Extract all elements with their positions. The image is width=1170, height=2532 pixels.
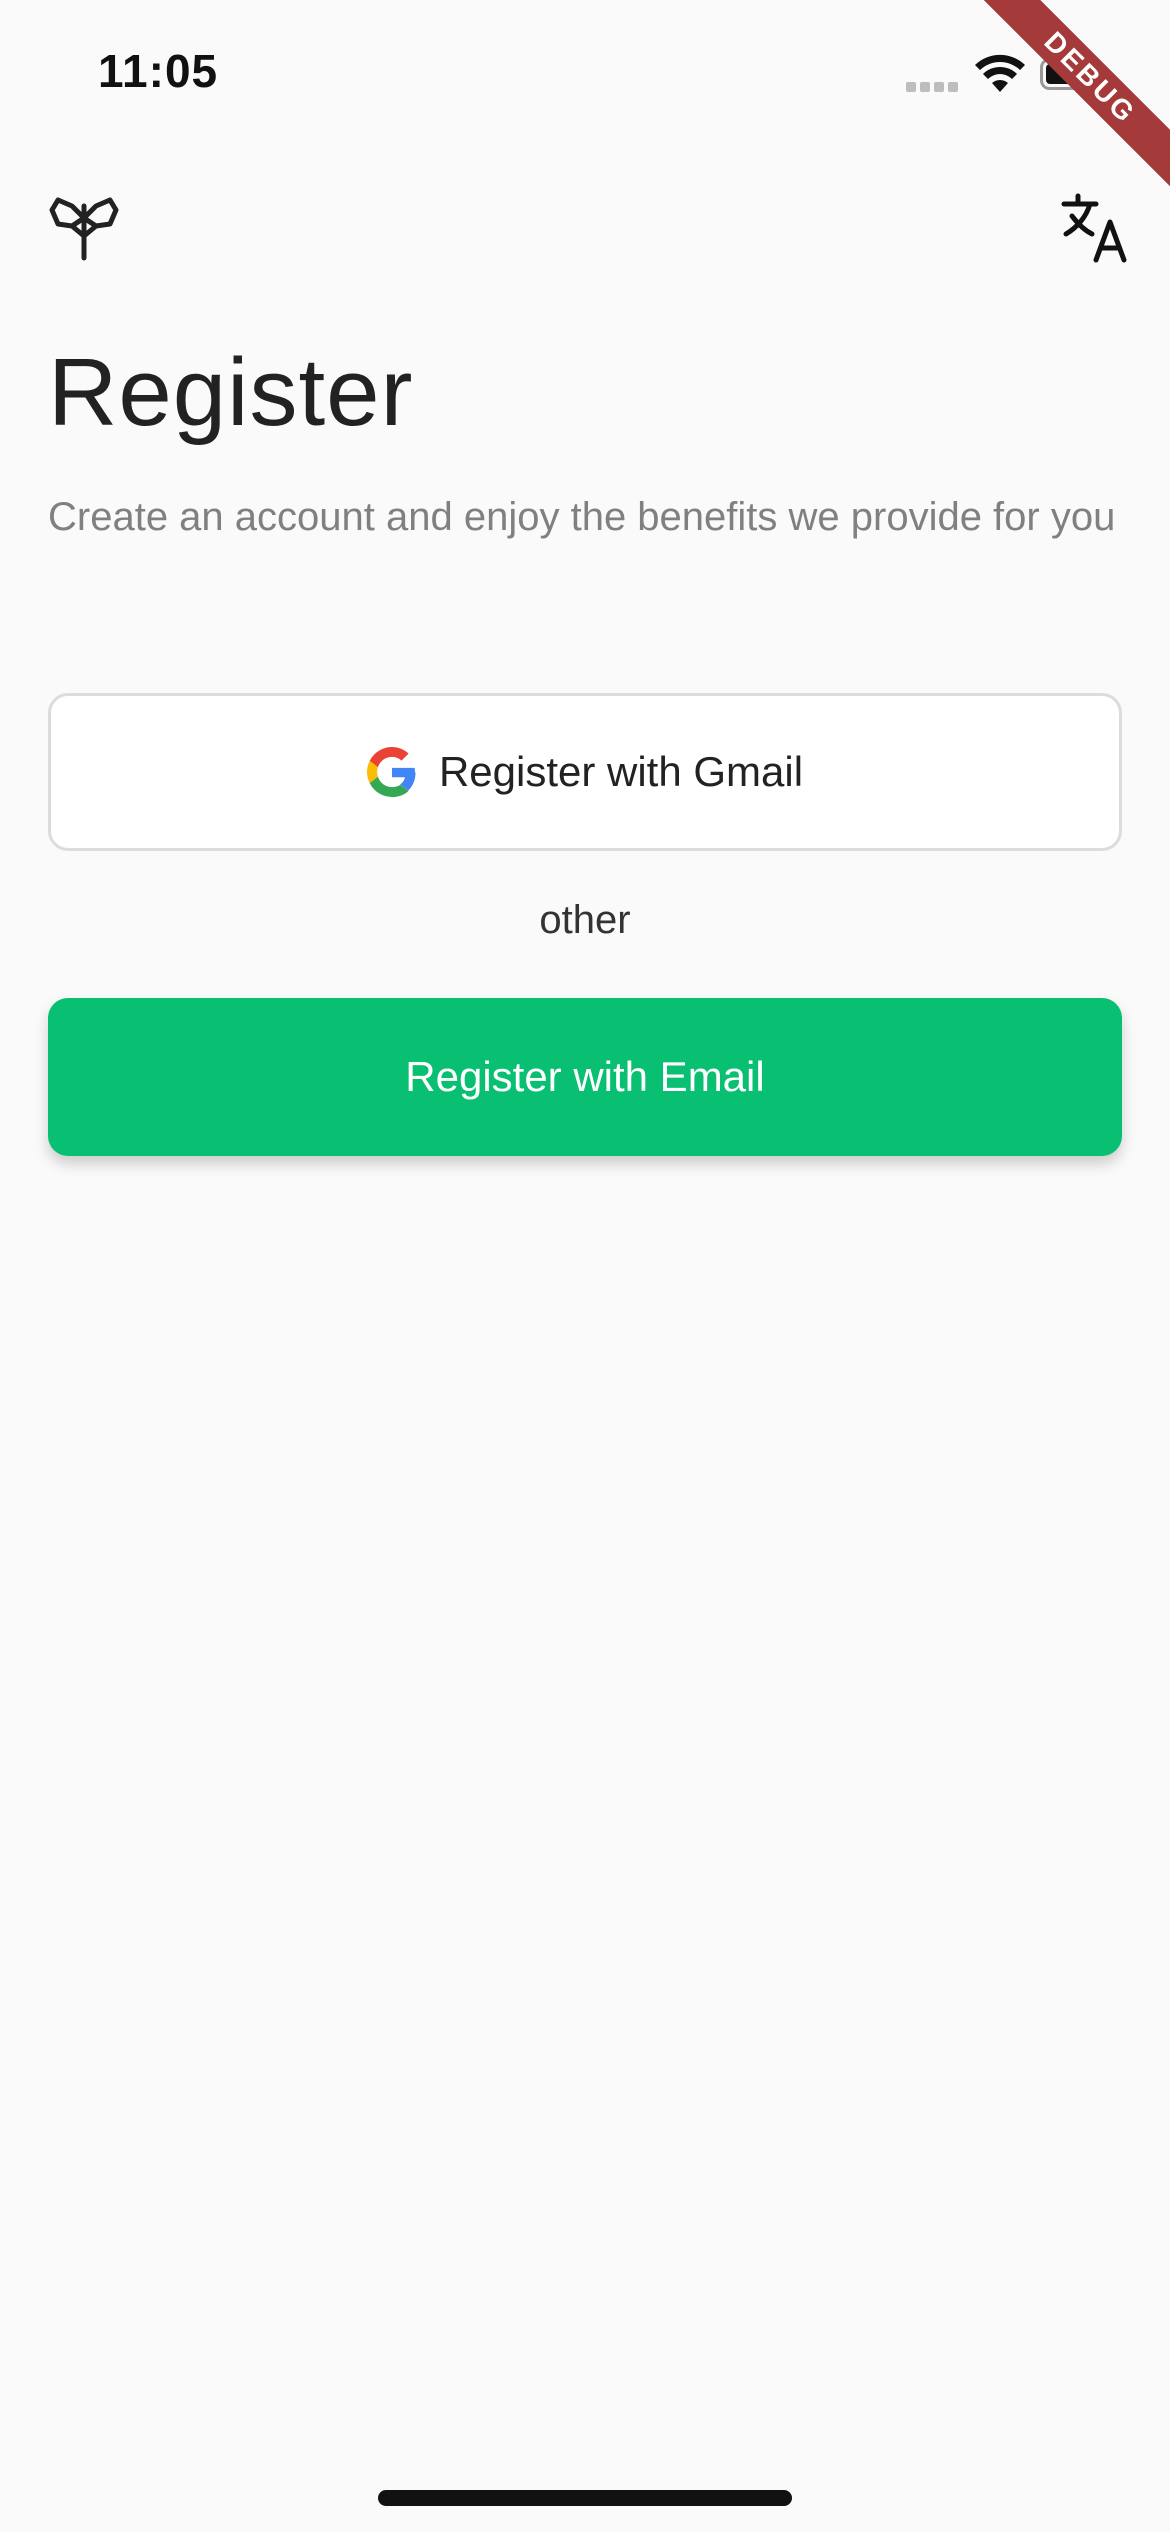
- logo-icon[interactable]: [46, 188, 122, 264]
- divider-label: other: [539, 898, 631, 942]
- translate-icon[interactable]: [1060, 192, 1132, 264]
- home-indicator[interactable]: [378, 2490, 792, 2506]
- status-bar: 11:05: [0, 0, 1170, 140]
- register-email-button[interactable]: Register with Email: [48, 998, 1122, 1156]
- page-title: Register: [48, 339, 414, 446]
- register-gmail-button[interactable]: Register with Gmail: [48, 693, 1122, 851]
- battery-icon: [1040, 58, 1104, 90]
- status-time: 11:05: [98, 45, 219, 97]
- page-subtitle: Create an account and enjoy the benefits…: [48, 495, 1116, 539]
- register-gmail-label: Register with Gmail: [438, 748, 804, 795]
- register-email-label: Register with Email: [405, 1053, 765, 1100]
- signal-icon: [906, 82, 958, 92]
- google-icon: [366, 747, 416, 797]
- wifi-icon: [975, 54, 1025, 92]
